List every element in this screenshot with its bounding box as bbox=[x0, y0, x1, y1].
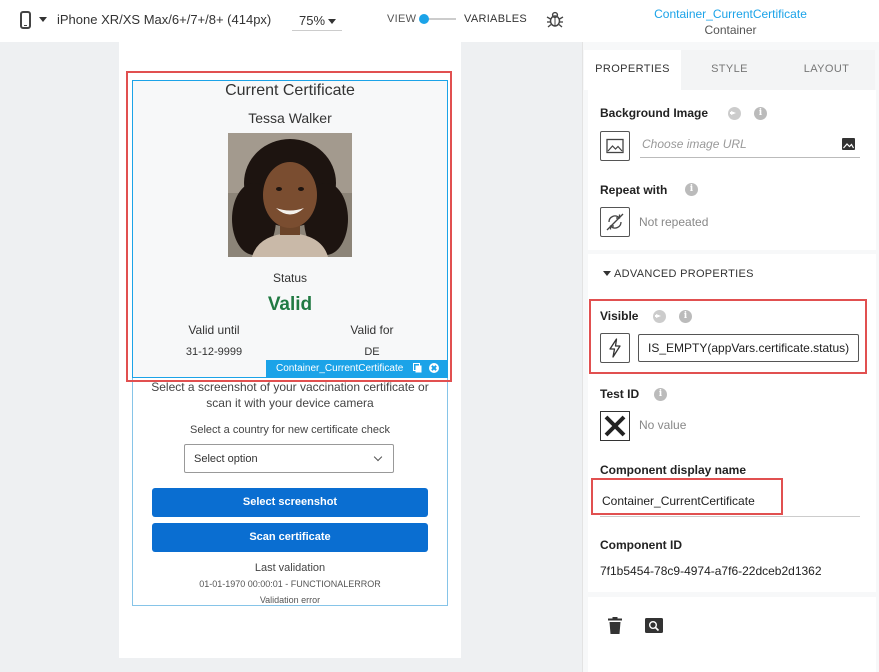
instructions-text[interactable]: Select a screenshot of your vaccination … bbox=[148, 379, 432, 411]
close-icon[interactable] bbox=[429, 363, 439, 373]
visible-title: Visible bbox=[600, 309, 639, 323]
country-select-value: Select option bbox=[194, 453, 258, 465]
actions-card bbox=[588, 597, 876, 672]
info-icon[interactable]: i bbox=[654, 388, 667, 401]
last-validation-label[interactable]: Last validation bbox=[132, 562, 448, 574]
repeat-with-title: Repeat with bbox=[600, 183, 668, 197]
bug-icon[interactable] bbox=[546, 10, 564, 28]
person-photo-image bbox=[228, 133, 352, 257]
zoom-selector[interactable]: 75% bbox=[292, 11, 342, 31]
display-name-input[interactable]: Container_CurrentCertificate bbox=[602, 494, 755, 508]
scan-certificate-button[interactable]: Scan certificate bbox=[152, 523, 428, 552]
trash-icon[interactable] bbox=[608, 617, 622, 634]
image-picker-button[interactable] bbox=[600, 131, 630, 161]
container-tag-label: Container_CurrentCertificate bbox=[276, 363, 404, 374]
repeat-disabled-icon bbox=[606, 213, 624, 231]
component-id-value: 7f1b5454-78c9-4974-a7f6-22dceb2d1362 bbox=[600, 564, 822, 578]
top-toolbar: iPhone XR/XS Max/6+/7+/8+ (414px) 75% VI… bbox=[0, 0, 582, 42]
component-name: Container_CurrentCertificate bbox=[654, 7, 807, 21]
status-value[interactable]: Valid bbox=[132, 294, 448, 316]
valid-for-label[interactable]: Valid for bbox=[332, 323, 412, 337]
background-image-title: Background Image bbox=[600, 106, 709, 120]
component-header: Container_CurrentCertificate Container bbox=[582, 0, 879, 42]
repeat-with-value: Not repeated bbox=[639, 215, 709, 229]
info-icon[interactable]: i bbox=[679, 310, 692, 323]
variables-mode-label[interactable]: VARIABLES bbox=[464, 13, 527, 25]
lightning-icon bbox=[609, 338, 621, 358]
component-type: Container bbox=[704, 23, 757, 37]
certificate-title[interactable]: Current Certificate bbox=[132, 82, 448, 100]
info-icon[interactable]: i bbox=[754, 107, 767, 120]
image-url-placeholder: Choose image URL bbox=[642, 137, 747, 151]
image-url-input[interactable]: Choose image URL bbox=[640, 133, 860, 158]
arrow-right-icon[interactable] bbox=[728, 107, 741, 120]
valid-for-value[interactable]: DE bbox=[332, 346, 412, 358]
image-icon[interactable] bbox=[842, 138, 855, 150]
arrow-right-icon[interactable] bbox=[653, 310, 666, 323]
valid-until-label[interactable]: Valid until bbox=[174, 323, 254, 337]
visible-formula-value: IS_EMPTY(appVars.certificate.status) bbox=[648, 341, 850, 355]
device-dropdown-caret-icon[interactable] bbox=[39, 17, 47, 22]
chevron-down-icon bbox=[328, 19, 336, 24]
selected-container-tag[interactable]: Container_CurrentCertificate bbox=[266, 360, 447, 377]
validation-error-text[interactable]: Validation error bbox=[132, 595, 448, 605]
tab-style[interactable]: STYLE bbox=[681, 50, 778, 90]
close-x-icon bbox=[600, 411, 630, 441]
visible-formula-input[interactable]: IS_EMPTY(appVars.certificate.status) bbox=[638, 334, 859, 362]
certificate-holder-name[interactable]: Tessa Walker bbox=[132, 110, 448, 126]
valid-until-value[interactable]: 31-12-9999 bbox=[174, 346, 254, 358]
advanced-properties-toggle[interactable]: ADVANCED PROPERTIES bbox=[614, 268, 754, 280]
component-id-title: Component ID bbox=[600, 538, 682, 552]
view-mode-label[interactable]: VIEW bbox=[387, 13, 416, 25]
test-id-value: No value bbox=[639, 418, 687, 432]
country-select-label[interactable]: Select a country for new certificate che… bbox=[132, 424, 448, 436]
tab-properties[interactable]: PROPERTIES bbox=[584, 50, 681, 90]
info-icon[interactable]: i bbox=[685, 183, 698, 196]
inspect-icon[interactable] bbox=[645, 618, 663, 633]
phone-icon[interactable] bbox=[20, 11, 31, 29]
test-id-title: Test ID bbox=[600, 387, 640, 401]
formula-binding-button[interactable] bbox=[600, 333, 630, 363]
test-id-toggle-button[interactable] bbox=[600, 411, 630, 441]
status-label[interactable]: Status bbox=[132, 271, 448, 285]
zoom-level: 75% bbox=[299, 13, 326, 28]
certificate-photo[interactable] bbox=[228, 133, 352, 257]
select-screenshot-button[interactable]: Select screenshot bbox=[152, 488, 428, 517]
device-selector[interactable]: iPhone XR/XS Max/6+/7+/8+ (414px) bbox=[57, 12, 271, 27]
toggle-knob[interactable] bbox=[419, 14, 429, 24]
image-icon bbox=[606, 138, 624, 154]
country-select[interactable]: Select option bbox=[184, 444, 394, 473]
tab-layout[interactable]: LAYOUT bbox=[778, 50, 875, 90]
last-validation-value[interactable]: 01-01-1970 00:00:01 - FUNCTIONALERROR bbox=[132, 579, 448, 589]
caret-down-icon[interactable] bbox=[603, 271, 611, 276]
copy-icon[interactable] bbox=[413, 363, 422, 373]
view-variables-toggle[interactable] bbox=[418, 13, 456, 25]
display-name-title: Component display name bbox=[600, 463, 747, 477]
display-name-underline bbox=[600, 516, 860, 517]
panel-tabs: PROPERTIES STYLE LAYOUT bbox=[584, 50, 875, 90]
chevron-down-icon bbox=[373, 452, 383, 462]
repeat-with-button[interactable] bbox=[600, 207, 630, 237]
